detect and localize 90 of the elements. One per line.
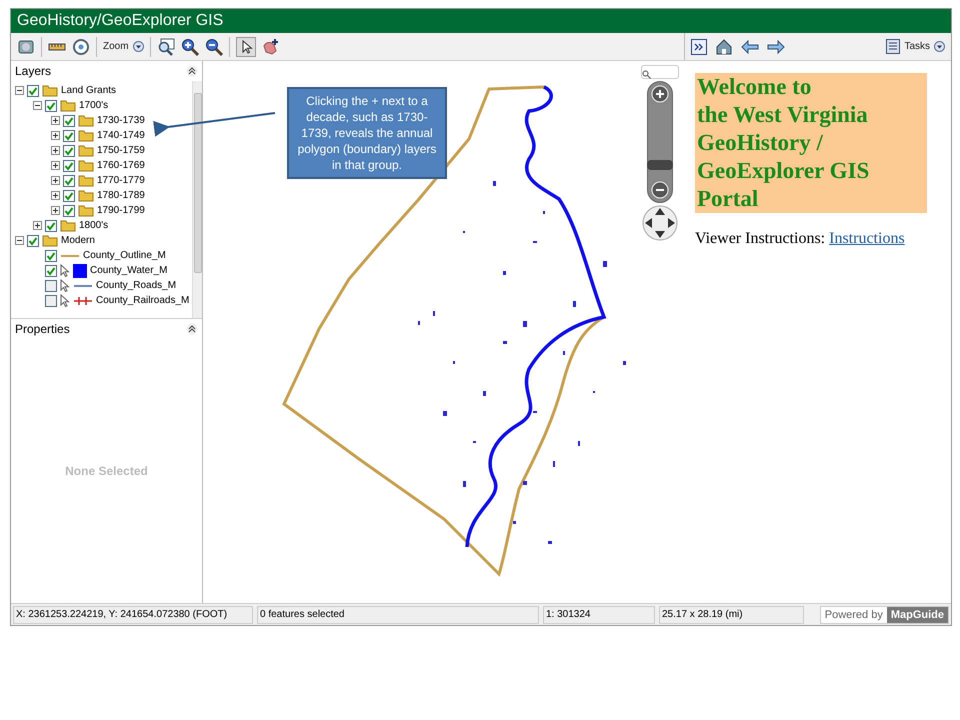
layer-checkbox[interactable] bbox=[63, 190, 75, 202]
instructions-link[interactable]: Instructions bbox=[829, 230, 905, 247]
zoom-rectangle-icon[interactable] bbox=[156, 38, 175, 56]
coordinates-readout: X: 2361253.224219, Y: 241654.072380 (FOOT) bbox=[13, 606, 253, 624]
folder-icon bbox=[42, 84, 58, 97]
folder-icon bbox=[78, 174, 94, 187]
forward-arrow-icon[interactable] bbox=[767, 40, 785, 54]
layer-checkbox[interactable] bbox=[45, 294, 57, 306]
layer-label[interactable]: County_Outline_M bbox=[83, 248, 166, 263]
brand-text: MapGuide bbox=[886, 606, 948, 622]
expand-icon[interactable] bbox=[33, 221, 42, 230]
layer-checkbox[interactable] bbox=[45, 280, 57, 292]
panel-title: Layers bbox=[15, 63, 52, 80]
layer-label[interactable]: 1740-1749 bbox=[97, 128, 145, 143]
folder-icon bbox=[78, 189, 94, 202]
layer-checkbox[interactable] bbox=[63, 144, 75, 156]
folder-icon bbox=[78, 114, 94, 127]
zoom-plus-icon[interactable] bbox=[651, 85, 669, 103]
target-icon[interactable] bbox=[72, 38, 90, 56]
folder-icon bbox=[42, 234, 58, 247]
layer-checkbox[interactable] bbox=[63, 130, 75, 142]
zoom-minus-icon[interactable] bbox=[651, 181, 669, 199]
layer-label[interactable]: 1770-1779 bbox=[97, 173, 145, 188]
back-arrow-icon[interactable] bbox=[741, 40, 759, 54]
layer-label[interactable]: 1790-1799 bbox=[97, 203, 145, 218]
folder-icon bbox=[78, 159, 94, 172]
expand-icon[interactable] bbox=[51, 191, 60, 200]
layer-checkbox[interactable] bbox=[63, 160, 75, 172]
welcome-heading: Welcome to the West Virginia GeoHistory / GeoExplorer GIS Portal bbox=[695, 73, 927, 213]
layer-label[interactable]: 1700's bbox=[79, 98, 108, 113]
tree-scrollbar[interactable] bbox=[192, 81, 202, 318]
layer-label[interactable]: County_Railroads_M bbox=[96, 293, 190, 308]
folder-icon bbox=[78, 129, 94, 142]
layer-checkbox[interactable] bbox=[45, 250, 57, 262]
layer-label[interactable]: 1800's bbox=[79, 218, 108, 233]
zoom-out-icon[interactable] bbox=[204, 38, 223, 56]
layer-label[interactable]: Modern bbox=[61, 233, 95, 248]
layer-label[interactable]: 1730-1739 bbox=[97, 113, 145, 128]
expand-icon[interactable] bbox=[51, 161, 60, 170]
layer-label[interactable]: County_Roads_M bbox=[96, 278, 176, 293]
folder-icon bbox=[78, 204, 94, 217]
window-title: GeoHistory/GeoExplorer GIS bbox=[11, 9, 951, 33]
extent-readout: 25.17 x 28.19 (mi) bbox=[659, 606, 804, 624]
panel-title: Properties bbox=[15, 321, 70, 338]
expand-icon[interactable] bbox=[51, 116, 60, 125]
expand-icon[interactable] bbox=[51, 146, 60, 155]
layer-checkbox[interactable] bbox=[63, 174, 75, 186]
layer-checkbox[interactable] bbox=[45, 220, 57, 232]
empty-message: None Selected bbox=[65, 463, 148, 480]
search-field[interactable] bbox=[641, 65, 679, 79]
zoom-slider[interactable] bbox=[647, 81, 673, 203]
zoom-in-icon[interactable] bbox=[180, 38, 199, 56]
layer-checkbox[interactable] bbox=[45, 100, 57, 112]
collapse-icon[interactable] bbox=[33, 101, 42, 110]
layer-checkbox[interactable] bbox=[45, 264, 57, 276]
folder-icon bbox=[60, 219, 76, 232]
zoom-dropdown[interactable]: Zoom bbox=[103, 39, 144, 54]
collapse-icon[interactable] bbox=[15, 236, 24, 245]
tasks-menu[interactable]: Tasks bbox=[886, 39, 945, 54]
expand-icon[interactable] bbox=[691, 38, 707, 54]
tasks-icon bbox=[886, 39, 900, 54]
folder-icon bbox=[78, 144, 94, 157]
folder-icon bbox=[60, 99, 76, 112]
layer-checkbox[interactable] bbox=[63, 114, 75, 126]
layer-label[interactable]: Land Grants bbox=[61, 83, 116, 98]
layer-checkbox[interactable] bbox=[27, 84, 39, 96]
selection-count: 0 features selected bbox=[257, 606, 539, 624]
powered-by-text: Powered by bbox=[820, 606, 887, 622]
collapse-icon[interactable] bbox=[186, 323, 198, 335]
expand-icon[interactable] bbox=[51, 131, 60, 140]
collapse-icon[interactable] bbox=[186, 65, 198, 77]
expand-icon[interactable] bbox=[51, 176, 60, 185]
collapse-icon[interactable] bbox=[15, 86, 24, 95]
slider-thumb[interactable] bbox=[647, 160, 673, 170]
pointer-icon[interactable] bbox=[236, 36, 256, 56]
layer-label[interactable]: 1780-1789 bbox=[97, 188, 145, 203]
layer-label[interactable]: 1760-1769 bbox=[97, 158, 145, 173]
search-icon bbox=[642, 70, 651, 79]
expand-icon[interactable] bbox=[51, 206, 60, 215]
pan-control-icon[interactable] bbox=[642, 205, 678, 241]
callout-box: Clicking the + next to a decade, such as 1730-1739, reveals the annual polygon (boundary) layers in that group. bbox=[287, 87, 447, 179]
caret-icon bbox=[132, 41, 144, 52]
layer-label[interactable]: 1750-1759 bbox=[97, 143, 145, 158]
layer-checkbox[interactable] bbox=[27, 234, 39, 246]
home-icon[interactable] bbox=[715, 38, 733, 56]
layer-checkbox[interactable] bbox=[63, 204, 75, 216]
scale-readout: 1: 301324 bbox=[543, 606, 655, 624]
layer-label[interactable]: County_Water_M bbox=[90, 263, 168, 278]
caret-icon bbox=[934, 41, 945, 52]
instructions-label: Viewer Instructions: bbox=[695, 230, 826, 247]
